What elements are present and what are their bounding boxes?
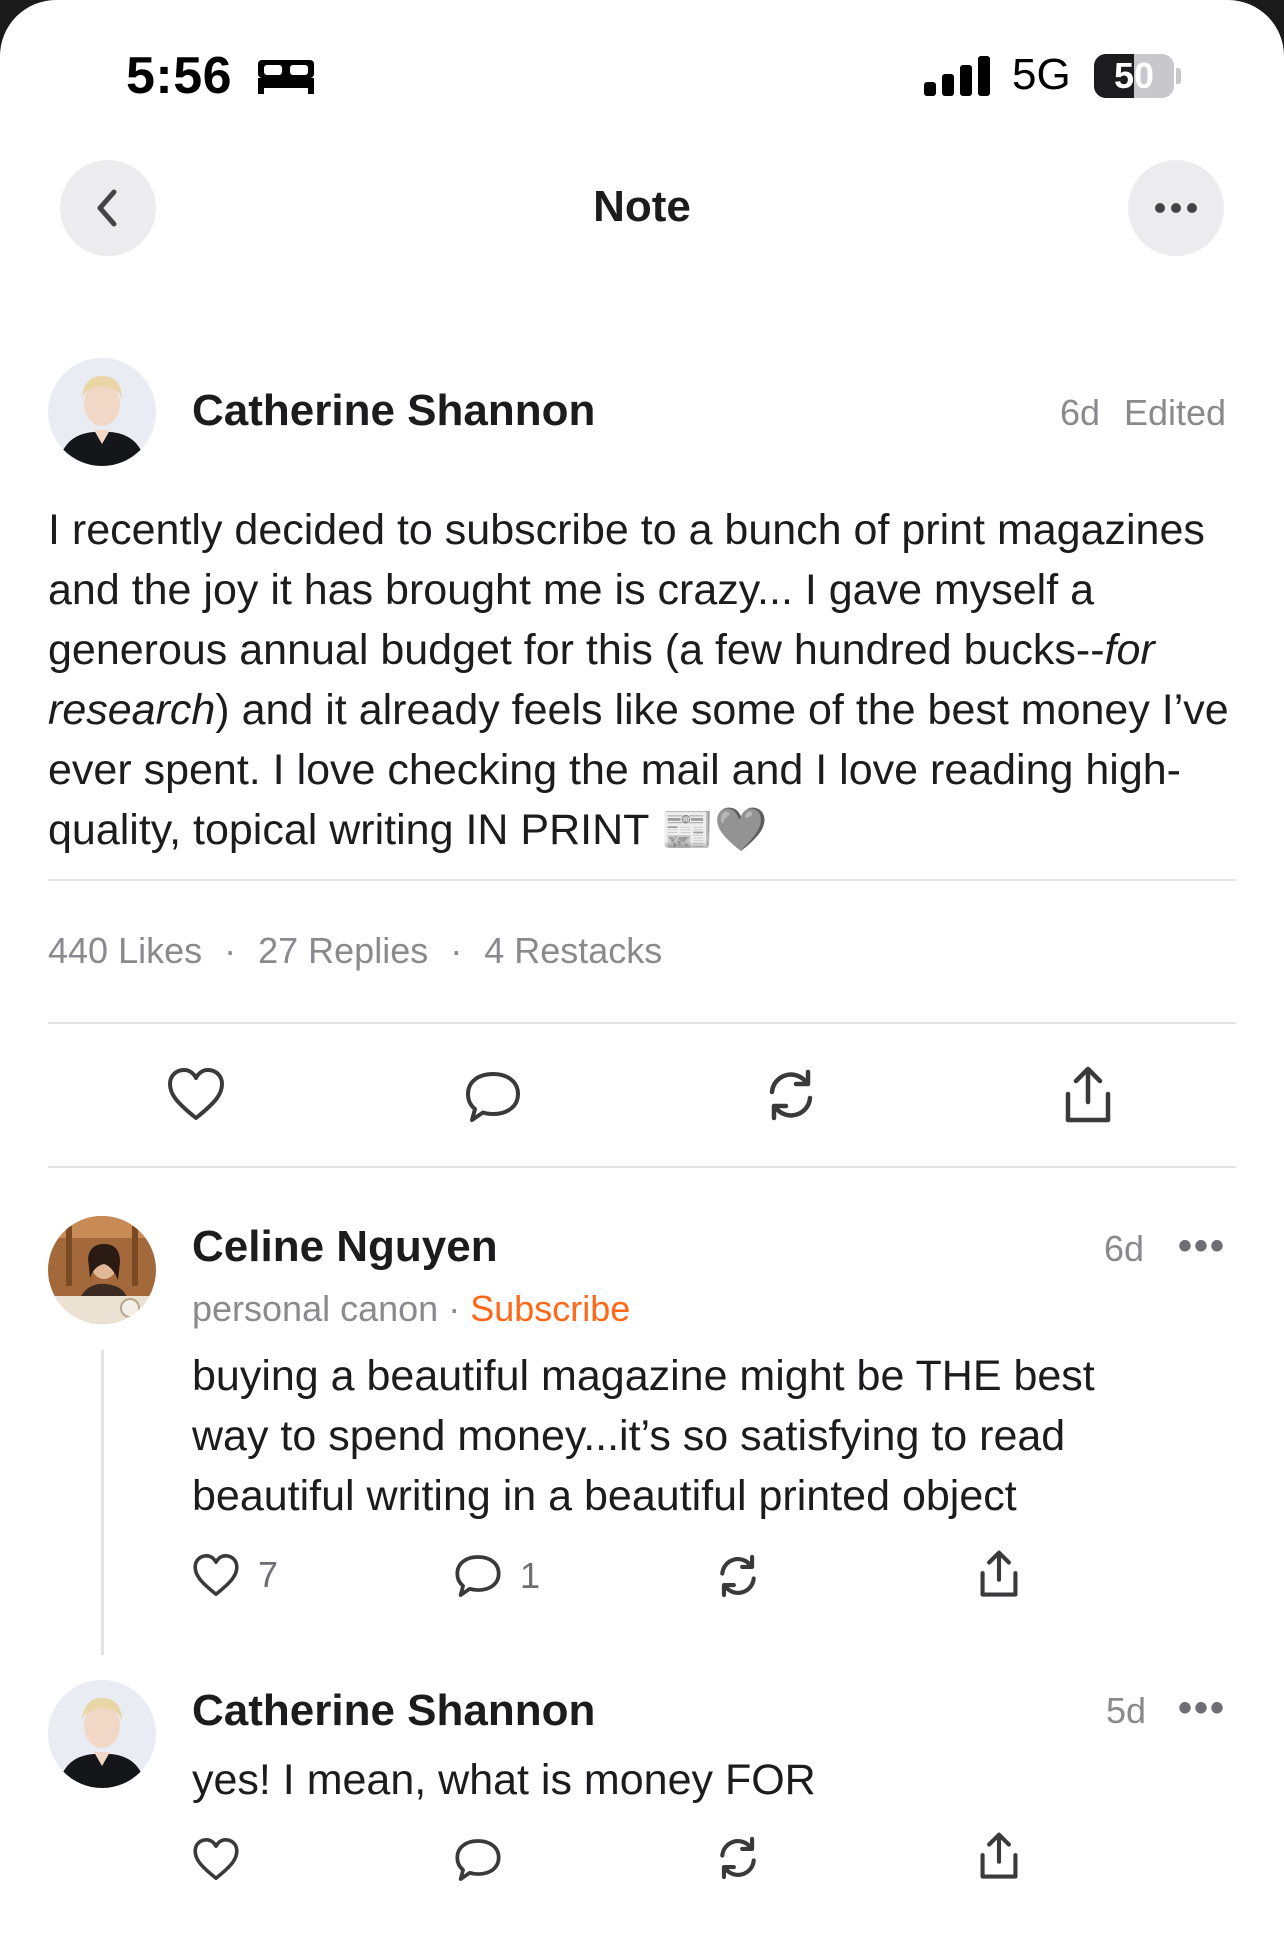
comment-icon (466, 1072, 520, 1122)
avatar-image (48, 1680, 156, 1788)
screen: 5:56 5G 50 Note Catherine Shannon 6d Edi… (0, 0, 1284, 1939)
reply-comment-button[interactable] (454, 1836, 502, 1884)
heart-icon (168, 1068, 224, 1120)
reply-share-button[interactable] (976, 1548, 1022, 1600)
avatar-image (48, 358, 156, 466)
comment-icon (455, 1839, 501, 1881)
share-button[interactable] (1060, 1064, 1116, 1126)
comment-count: 1 (520, 1555, 541, 1596)
likes-count[interactable]: 440 Likes (48, 930, 202, 972)
status-time: 5:56 (126, 47, 233, 105)
reply-like-button[interactable] (192, 1836, 240, 1882)
reply-button[interactable] (464, 1068, 522, 1126)
divider (48, 1022, 1236, 1024)
post-body-text-2: ) and it already feels like some of the … (48, 686, 1229, 854)
reply-text-line: beautiful writing in a beautiful printed… (192, 1472, 1017, 1520)
reply-author[interactable]: Catherine Shannon (192, 1686, 595, 1736)
restack-icon (720, 1836, 756, 1880)
avatar[interactable] (48, 358, 156, 466)
page-title: Note (593, 182, 691, 231)
share-icon (1065, 1066, 1111, 1123)
network-type: 5G (1012, 50, 1071, 99)
reply-author[interactable]: Celine Nguyen (192, 1222, 498, 1272)
signal-icon (924, 56, 990, 96)
comment-icon (455, 1555, 501, 1597)
subscribe-link[interactable]: Subscribe (470, 1288, 630, 1329)
reply-more-button[interactable]: ••• (1178, 1686, 1226, 1731)
reply-text: buying a beautiful magazine might be THE… (192, 1346, 1095, 1526)
replies-count[interactable]: 27 Replies (258, 930, 428, 972)
reply-share-button[interactable] (976, 1830, 1022, 1882)
reply-like-button[interactable]: 7 (192, 1552, 278, 1598)
more-options-button[interactable] (1128, 160, 1224, 256)
divider (48, 879, 1236, 881)
battery-icon: 50 (1094, 54, 1181, 98)
divider (48, 1166, 1236, 1168)
status-bar: 5:56 5G 50 (0, 0, 1284, 140)
post-age: 6d (1060, 392, 1101, 433)
restack-button[interactable] (762, 1066, 820, 1124)
battery-level: 50 (1113, 55, 1155, 96)
post-author[interactable]: Catherine Shannon (192, 386, 595, 436)
reply-age: 6d (1104, 1228, 1145, 1269)
avatar-image (48, 1216, 156, 1324)
post-body-text: I recently decided to subscribe to a bun… (48, 506, 1205, 674)
heart-icon (193, 1838, 239, 1880)
reply-restack-button[interactable] (714, 1552, 762, 1600)
reply-age: 5d (1106, 1690, 1147, 1731)
avatar[interactable] (48, 1216, 156, 1324)
heart-icon (193, 1554, 239, 1596)
post-stats: 440 Likes · 27 Replies · 4 Restacks (48, 930, 662, 972)
share-icon (980, 1550, 1018, 1597)
separator: · (448, 1288, 461, 1329)
post-emoji: 📰🩶 (660, 806, 768, 854)
avatar[interactable] (48, 1680, 156, 1788)
reply-text-line: buying a beautiful magazine might be THE… (192, 1352, 1095, 1400)
reply-comment-button[interactable]: 1 (454, 1552, 540, 1600)
reply-text-line: way to spend money...it’s so satisfying … (192, 1412, 1066, 1460)
post-body: I recently decided to subscribe to a bun… (48, 500, 1248, 860)
edited-label: Edited (1124, 392, 1227, 433)
thread-line (101, 1350, 104, 1655)
separator: · (450, 930, 463, 971)
restacks-count[interactable]: 4 Restacks (484, 930, 662, 972)
separator: · (224, 930, 237, 971)
reply-more-button[interactable]: ••• (1178, 1224, 1226, 1269)
publication-name[interactable]: personal canon (192, 1288, 438, 1329)
share-icon (980, 1832, 1018, 1879)
publication-line: personal canon · Subscribe (192, 1288, 630, 1330)
restack-icon (720, 1554, 756, 1598)
restack-icon (769, 1069, 813, 1121)
reply-restack-button[interactable] (714, 1834, 762, 1882)
ellipsis-icon (1155, 203, 1197, 213)
like-button[interactable] (166, 1066, 226, 1122)
reply-text: yes! I mean, what is money FOR (192, 1756, 816, 1804)
like-count: 7 (258, 1554, 279, 1595)
bed-icon (258, 60, 314, 94)
